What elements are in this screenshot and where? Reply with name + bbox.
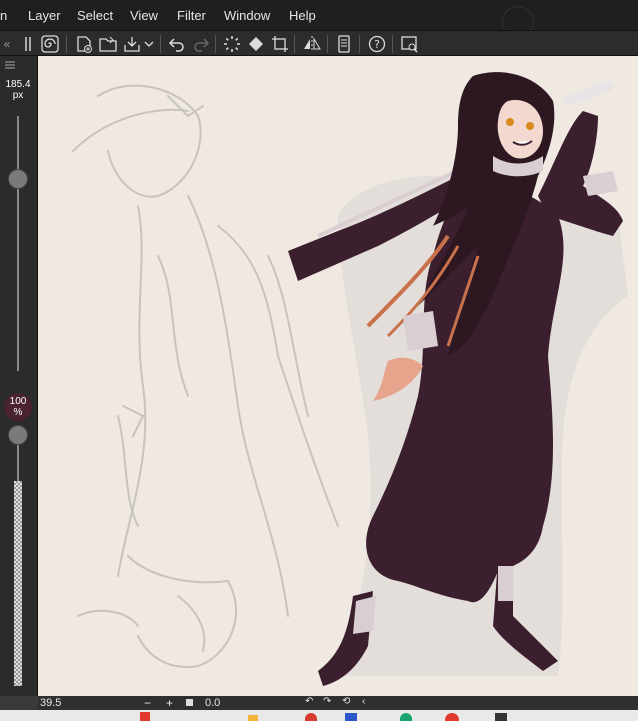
drawing-canvas[interactable] xyxy=(38,56,638,696)
taskbar-app-icon-4[interactable] xyxy=(345,713,357,721)
zoom-out-button[interactable]: − xyxy=(144,696,151,710)
rotation-value[interactable]: 0.0 xyxy=(205,697,220,709)
opacity-value: 100 xyxy=(9,396,27,407)
menu-item-window[interactable]: Window xyxy=(224,8,270,23)
character-cuff-left xyxy=(403,311,438,351)
taskbar-app-icon-7[interactable] xyxy=(495,713,507,721)
panel-menu-icon[interactable] xyxy=(4,58,16,70)
undo-icon[interactable] xyxy=(167,34,187,53)
menu-item-view[interactable]: View xyxy=(130,8,158,23)
menu-item-truncated[interactable]: n xyxy=(0,8,7,23)
save-icon[interactable] xyxy=(121,34,143,53)
os-taskbar xyxy=(0,710,638,721)
panel-icon[interactable] xyxy=(334,34,354,53)
opacity-slider-knob[interactable] xyxy=(8,425,28,445)
help-icon[interactable]: ? xyxy=(366,34,388,53)
menu-item-filter[interactable]: Filter xyxy=(177,8,206,23)
rotate-right-icon[interactable]: ↷ xyxy=(323,696,331,707)
status-scroll-left-icon[interactable]: ‹ xyxy=(362,696,365,707)
taskbar-app-icon-3[interactable] xyxy=(305,713,317,721)
taskbar-app-icon-6[interactable] xyxy=(445,713,459,721)
reset-rotation-icon[interactable]: ⟲ xyxy=(342,696,350,707)
taskbar-app-icon-2[interactable] xyxy=(248,715,258,721)
opacity-unit: % xyxy=(13,407,23,418)
transform-icon[interactable] xyxy=(270,34,290,53)
rough-sketch-layer xyxy=(72,84,339,668)
character-eye-right xyxy=(526,122,534,130)
taskbar-app-icon-5[interactable] xyxy=(400,713,412,721)
brush-size-unit: px xyxy=(12,90,24,101)
taskbar-app-icon-1[interactable] xyxy=(140,712,150,721)
menu-item-layer[interactable]: Layer xyxy=(28,8,61,23)
opacity-badge: 100 % xyxy=(4,393,32,421)
artwork xyxy=(72,72,628,686)
brush-size-value: 185.4 xyxy=(5,79,31,90)
flip-horizontal-icon[interactable] xyxy=(301,34,323,53)
open-folder-icon[interactable] xyxy=(97,34,119,53)
grip-icon xyxy=(22,34,34,53)
dropdown-arrow-icon[interactable] xyxy=(144,34,154,53)
canvas-view-icon[interactable] xyxy=(399,34,421,53)
brush-size-slider-knob[interactable] xyxy=(8,169,28,189)
brush-panel: 185.4 px 100 % xyxy=(0,56,38,696)
brush-size-badge: 185.4 px xyxy=(4,76,32,104)
loading-spinner-icon[interactable] xyxy=(222,34,242,53)
brush-size-track[interactable] xyxy=(17,116,19,371)
status-bar: 39.5 − + 0.0 ↶ ↷ ⟲ ‹ xyxy=(38,696,638,710)
character-eye-left xyxy=(506,118,514,126)
opacity-gradient-strip xyxy=(14,481,22,686)
spiral-icon[interactable] xyxy=(40,34,60,53)
menu-item-select[interactable]: Select xyxy=(77,8,113,23)
command-bar: « ? xyxy=(0,30,638,56)
svg-text:?: ? xyxy=(374,38,380,51)
zoom-value[interactable]: 39.5 xyxy=(40,697,61,709)
zoom-in-button[interactable]: + xyxy=(166,696,173,710)
menu-bar: n Layer Select View Filter Window Help xyxy=(0,0,638,38)
rotate-left-icon[interactable]: ↶ xyxy=(305,696,313,707)
rotation-box-icon xyxy=(186,699,193,706)
menu-item-help[interactable]: Help xyxy=(289,8,316,23)
collapse-left-icon[interactable]: « xyxy=(2,34,12,53)
redo-icon[interactable] xyxy=(191,34,211,53)
new-file-icon[interactable] xyxy=(74,34,94,53)
character-cuff-right xyxy=(583,171,618,196)
fill-icon[interactable] xyxy=(246,34,266,53)
